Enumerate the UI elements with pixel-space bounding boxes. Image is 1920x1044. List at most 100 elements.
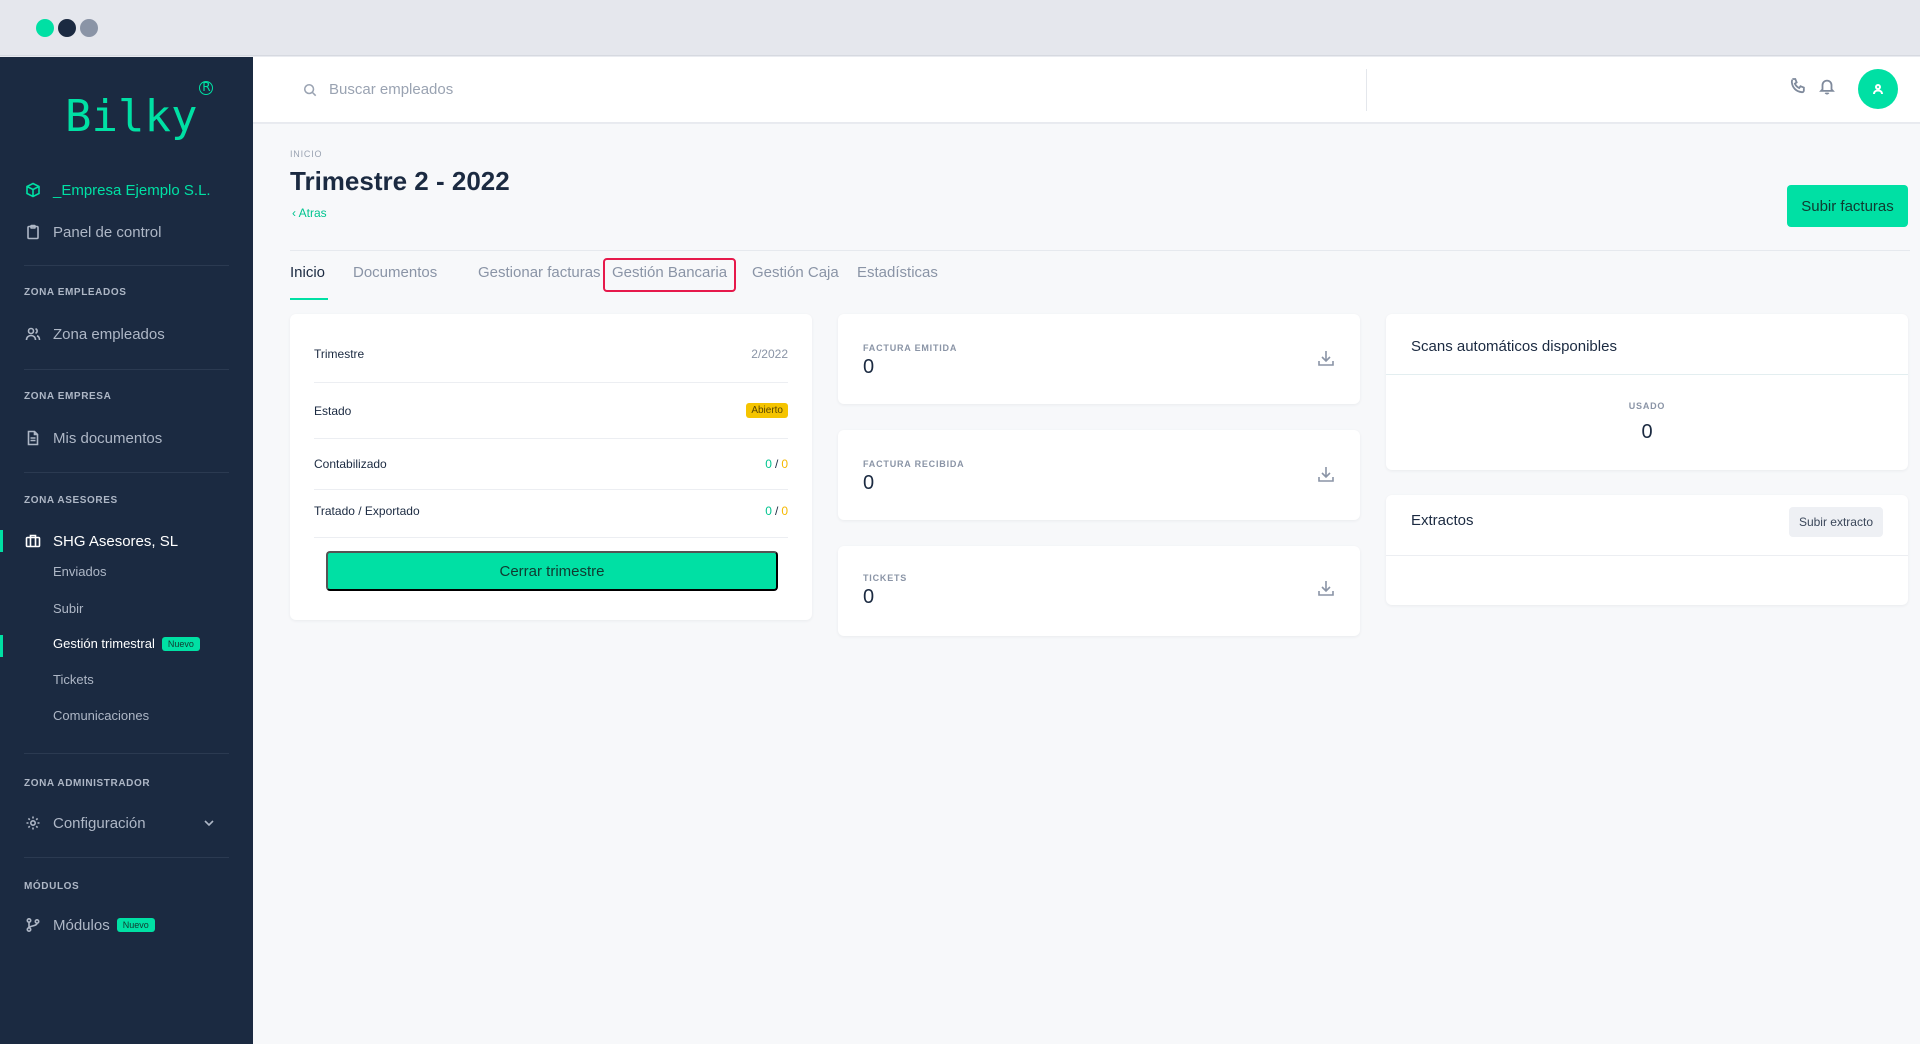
branch-icon — [24, 916, 42, 934]
gestion-trimestral-label: Gestión trimestral — [53, 636, 155, 651]
window-dot-green[interactable] — [36, 19, 54, 37]
tab-inicio[interactable]: Inicio — [290, 264, 325, 281]
chevron-left-icon: ‹ — [292, 206, 299, 220]
sidebar-divider — [24, 753, 229, 754]
tab-documentos[interactable]: Documentos — [353, 264, 437, 281]
bell-icon[interactable] — [1818, 77, 1838, 97]
configuracion-label: Configuración — [53, 814, 146, 832]
subir-label: Subir — [53, 601, 84, 616]
briefcase-icon — [24, 532, 42, 550]
sidebar-item-mis-documentos[interactable]: Mis documentos — [24, 429, 162, 447]
sidebar-item-company[interactable]: _Empresa Ejemplo S.L. — [24, 181, 211, 199]
search-box[interactable]: Buscar empleados — [303, 81, 453, 98]
tab-estadisticas[interactable]: Estadísticas — [857, 264, 938, 281]
chevron-down-icon[interactable] — [200, 814, 218, 832]
active-indicator — [0, 635, 3, 657]
tab-gestion-caja[interactable]: Gestión Caja — [752, 264, 839, 281]
sidebar-item-modulos[interactable]: Módulos Nuevo — [24, 916, 155, 934]
user-avatar[interactable] — [1858, 69, 1898, 109]
sidebar-subitem-tickets[interactable]: Tickets — [53, 672, 94, 687]
stat-label: TICKETS — [863, 573, 908, 583]
sidebar-subitem-subir[interactable]: Subir — [53, 601, 83, 616]
scans-title: Scans automáticos disponibles — [1411, 338, 1617, 355]
company-name: _Empresa Ejemplo S.L. — [53, 181, 211, 199]
stat-card-tickets: TICKETS 0 — [838, 546, 1360, 636]
search-input[interactable]: Buscar empleados — [329, 81, 453, 98]
download-icon[interactable] — [1316, 464, 1336, 484]
sidebar-divider — [24, 857, 229, 858]
sidebar-divider — [24, 265, 229, 266]
window-dot-gray[interactable] — [80, 19, 98, 37]
tratado-total: 0 — [781, 504, 788, 518]
bilky-logo[interactable]: BilkyR — [65, 81, 214, 142]
section-zona-empleados: ZONA EMPLEADOS — [24, 287, 127, 298]
panel-label: Panel de control — [53, 223, 162, 241]
row-divider — [314, 382, 788, 383]
sidebar: BilkyR _Empresa Ejemplo S.L. Panel de co… — [0, 57, 253, 1044]
sidebar-subitem-gestion-trimestral[interactable]: Gestión trimestral Nuevo — [53, 636, 200, 651]
subir-extracto-button[interactable]: Subir extracto — [1788, 507, 1883, 537]
gear-icon — [24, 814, 42, 832]
extractos-card: Extractos Subir extracto — [1386, 495, 1908, 605]
section-modulos: MÓDULOS — [24, 881, 80, 892]
section-zona-administrador: ZONA ADMINISTRADOR — [24, 778, 151, 789]
window-dot-dark[interactable] — [58, 19, 76, 37]
active-tab-underline — [290, 298, 328, 300]
used-value: 0 — [1641, 421, 1653, 443]
registered-mark: R — [199, 81, 214, 96]
nuevo-badge: Nuevo — [116, 918, 155, 932]
zona-empleados-label: Zona empleados — [53, 325, 165, 343]
tickets-label: Tickets — [53, 672, 94, 687]
page-title: Trimestre 2 - 2022 — [290, 166, 510, 196]
breadcrumb[interactable]: INICIO — [290, 149, 322, 159]
active-indicator — [0, 530, 3, 552]
cerrar-trimestre-button[interactable]: Cerrar trimestre — [326, 551, 778, 591]
back-link-label: Atras — [298, 206, 327, 220]
sidebar-item-zona-empleados[interactable]: Zona empleados — [24, 325, 165, 343]
stat-card-factura-emitida: FACTURA EMITIDA 0 — [838, 314, 1360, 404]
main-content: INICIO Trimestre 2 - 2022 ‹ Atras Subir … — [253, 124, 1920, 1044]
download-icon[interactable] — [1316, 578, 1336, 598]
summary-card: Trimestre 2/2022 Estado Abierto Contabil… — [290, 314, 812, 620]
contabilizado-value: 0/0 — [765, 457, 788, 471]
stat-label: FACTURA EMITIDA — [863, 343, 958, 353]
status-badge: Abierto — [746, 403, 788, 418]
used-label: USADO — [1628, 401, 1666, 411]
header-divider — [1366, 69, 1367, 111]
card-divider — [1386, 555, 1908, 556]
tratado-value: 0/0 — [765, 504, 788, 518]
back-link[interactable]: ‹ Atras — [292, 206, 327, 220]
row-divider — [314, 537, 788, 538]
stat-value: 0 — [863, 586, 875, 608]
sidebar-subitem-enviados[interactable]: Enviados — [53, 564, 106, 579]
row-estado: Estado Abierto — [314, 403, 788, 418]
stat-value: 0 — [863, 472, 875, 494]
header-divider — [290, 250, 1910, 251]
sidebar-divider — [24, 369, 229, 370]
sidebar-item-asesores[interactable]: SHG Asesores, SL — [24, 532, 178, 550]
modulos-label: Módulos — [53, 916, 110, 934]
search-icon — [303, 83, 317, 96]
subir-facturas-button[interactable]: Subir facturas — [1787, 185, 1908, 227]
sidebar-item-configuracion[interactable]: Configuración — [24, 814, 229, 832]
phone-icon[interactable] — [1789, 77, 1809, 97]
sidebar-item-panel[interactable]: Panel de control — [24, 223, 161, 241]
section-zona-asesores: ZONA ASESORES — [24, 495, 118, 506]
sidebar-subitem-comunicaciones[interactable]: Comunicaciones — [53, 708, 149, 723]
cube-icon — [24, 181, 42, 199]
comunicaciones-label: Comunicaciones — [53, 708, 150, 723]
logo-text: Bilky — [65, 91, 198, 142]
row-divider — [314, 438, 788, 439]
row-contabilizado: Contabilizado 0/0 — [314, 457, 788, 471]
section-zona-empresa: ZONA EMPRESA — [24, 391, 112, 402]
clipboard-icon — [24, 223, 42, 241]
mis-documentos-label: Mis documentos — [53, 429, 163, 447]
enviados-label: Enviados — [53, 564, 107, 579]
card-divider — [1386, 374, 1908, 375]
contabilizado-done: 0 — [765, 457, 772, 471]
document-icon — [24, 429, 42, 447]
download-icon[interactable] — [1316, 348, 1336, 368]
asesores-label: SHG Asesores, SL — [53, 532, 179, 550]
tab-gestionar-facturas[interactable]: Gestionar facturas — [478, 264, 601, 281]
trimestre-label: Trimestre — [314, 347, 365, 361]
